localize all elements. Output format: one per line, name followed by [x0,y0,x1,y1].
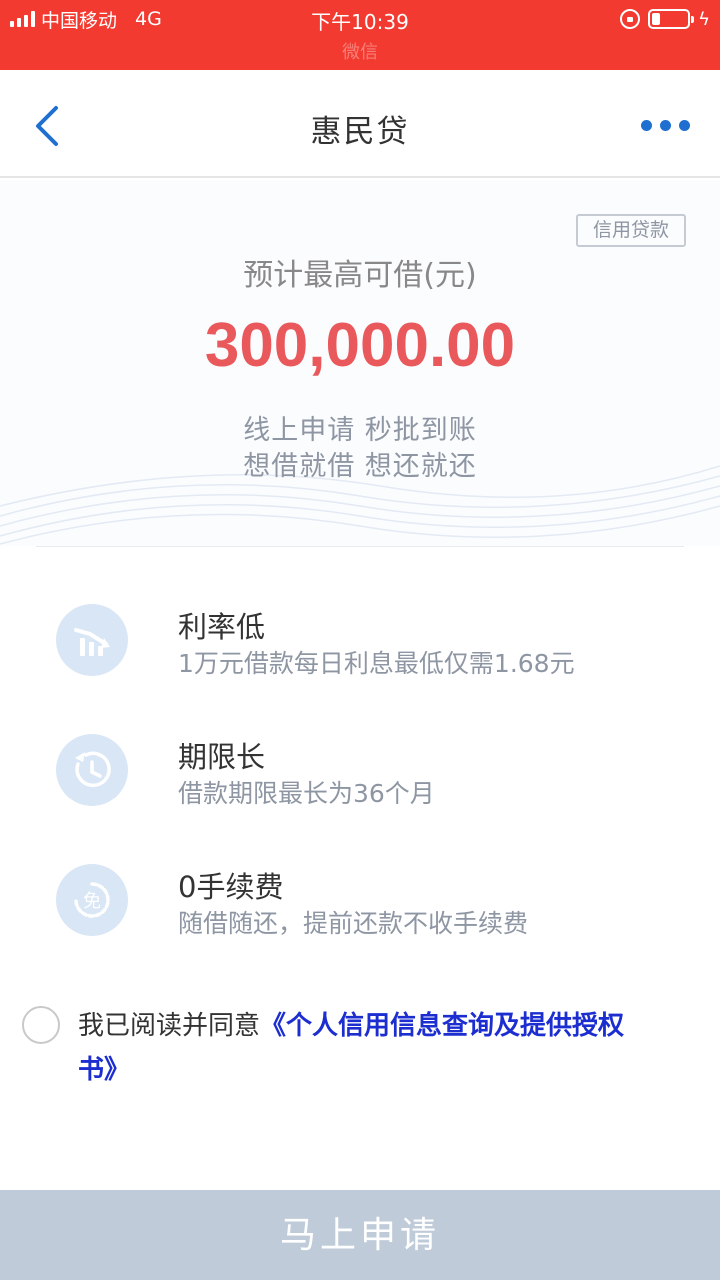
agreement-checkbox[interactable] [22,1006,60,1044]
rotation-lock-icon [620,9,641,29]
feature-desc: 随借随还，提前还款不收手续费 [178,909,529,938]
agreement-prefix: 我已阅读并同意 [78,1011,261,1041]
max-amount-value: 300,000.00 [204,311,516,380]
agreement-row: 我已阅读并同意《个人信用信息查询及提供授权书》 [0,1000,720,1100]
charging-icon: ϟ [698,8,710,30]
page-title: 惠民贷 [310,114,410,150]
feature-desc: 借款期限最长为36个月 [178,779,435,808]
loan-hero: 信用贷款 预计最高可借(元) 300,000.00 线上申请 秒批到账 想借就借… [0,180,720,546]
feature-title: 0手续费 [178,870,284,904]
agreement-text: 我已阅读并同意《个人信用信息查询及提供授权书》 [78,1004,658,1092]
status-bar: 中国移动 4G 下午10:39 微信 ϟ [0,0,720,70]
max-amount-label: 预计最高可借(元) [243,258,477,293]
low-rate-icon [56,604,128,676]
feature-desc: 1万元借款每日利息最低仅需1.68元 [178,649,575,678]
divider [36,546,684,547]
nav-bar: 惠民贷 [0,70,720,178]
slogan-line-1: 线上申请 秒批到账 [243,415,477,446]
status-right: ϟ [620,6,710,32]
apply-button[interactable]: 马上申请 [0,1190,720,1280]
loan-type-badge: 信用贷款 [576,214,686,247]
free-fee-icon: 免 [56,864,128,936]
status-time: 下午10:39 [311,10,409,34]
feature-item: 期限长 借款期限最长为36个月 [0,734,720,824]
feature-item: 利率低 1万元借款每日利息最低仅需1.68元 [0,604,720,694]
feature-item: 免 0手续费 随借随还，提前还款不收手续费 [0,864,720,954]
svg-text:免: 免 [83,891,101,912]
battery-icon [648,9,695,29]
feature-title: 利率低 [178,610,266,644]
more-dots-icon [641,120,652,131]
slogan-line-2: 想借就借 想还就还 [243,451,477,482]
clock-icon [56,734,128,806]
app-sub-label: 微信 [342,42,378,63]
more-button[interactable] [641,120,690,131]
feature-title: 期限长 [178,740,266,774]
